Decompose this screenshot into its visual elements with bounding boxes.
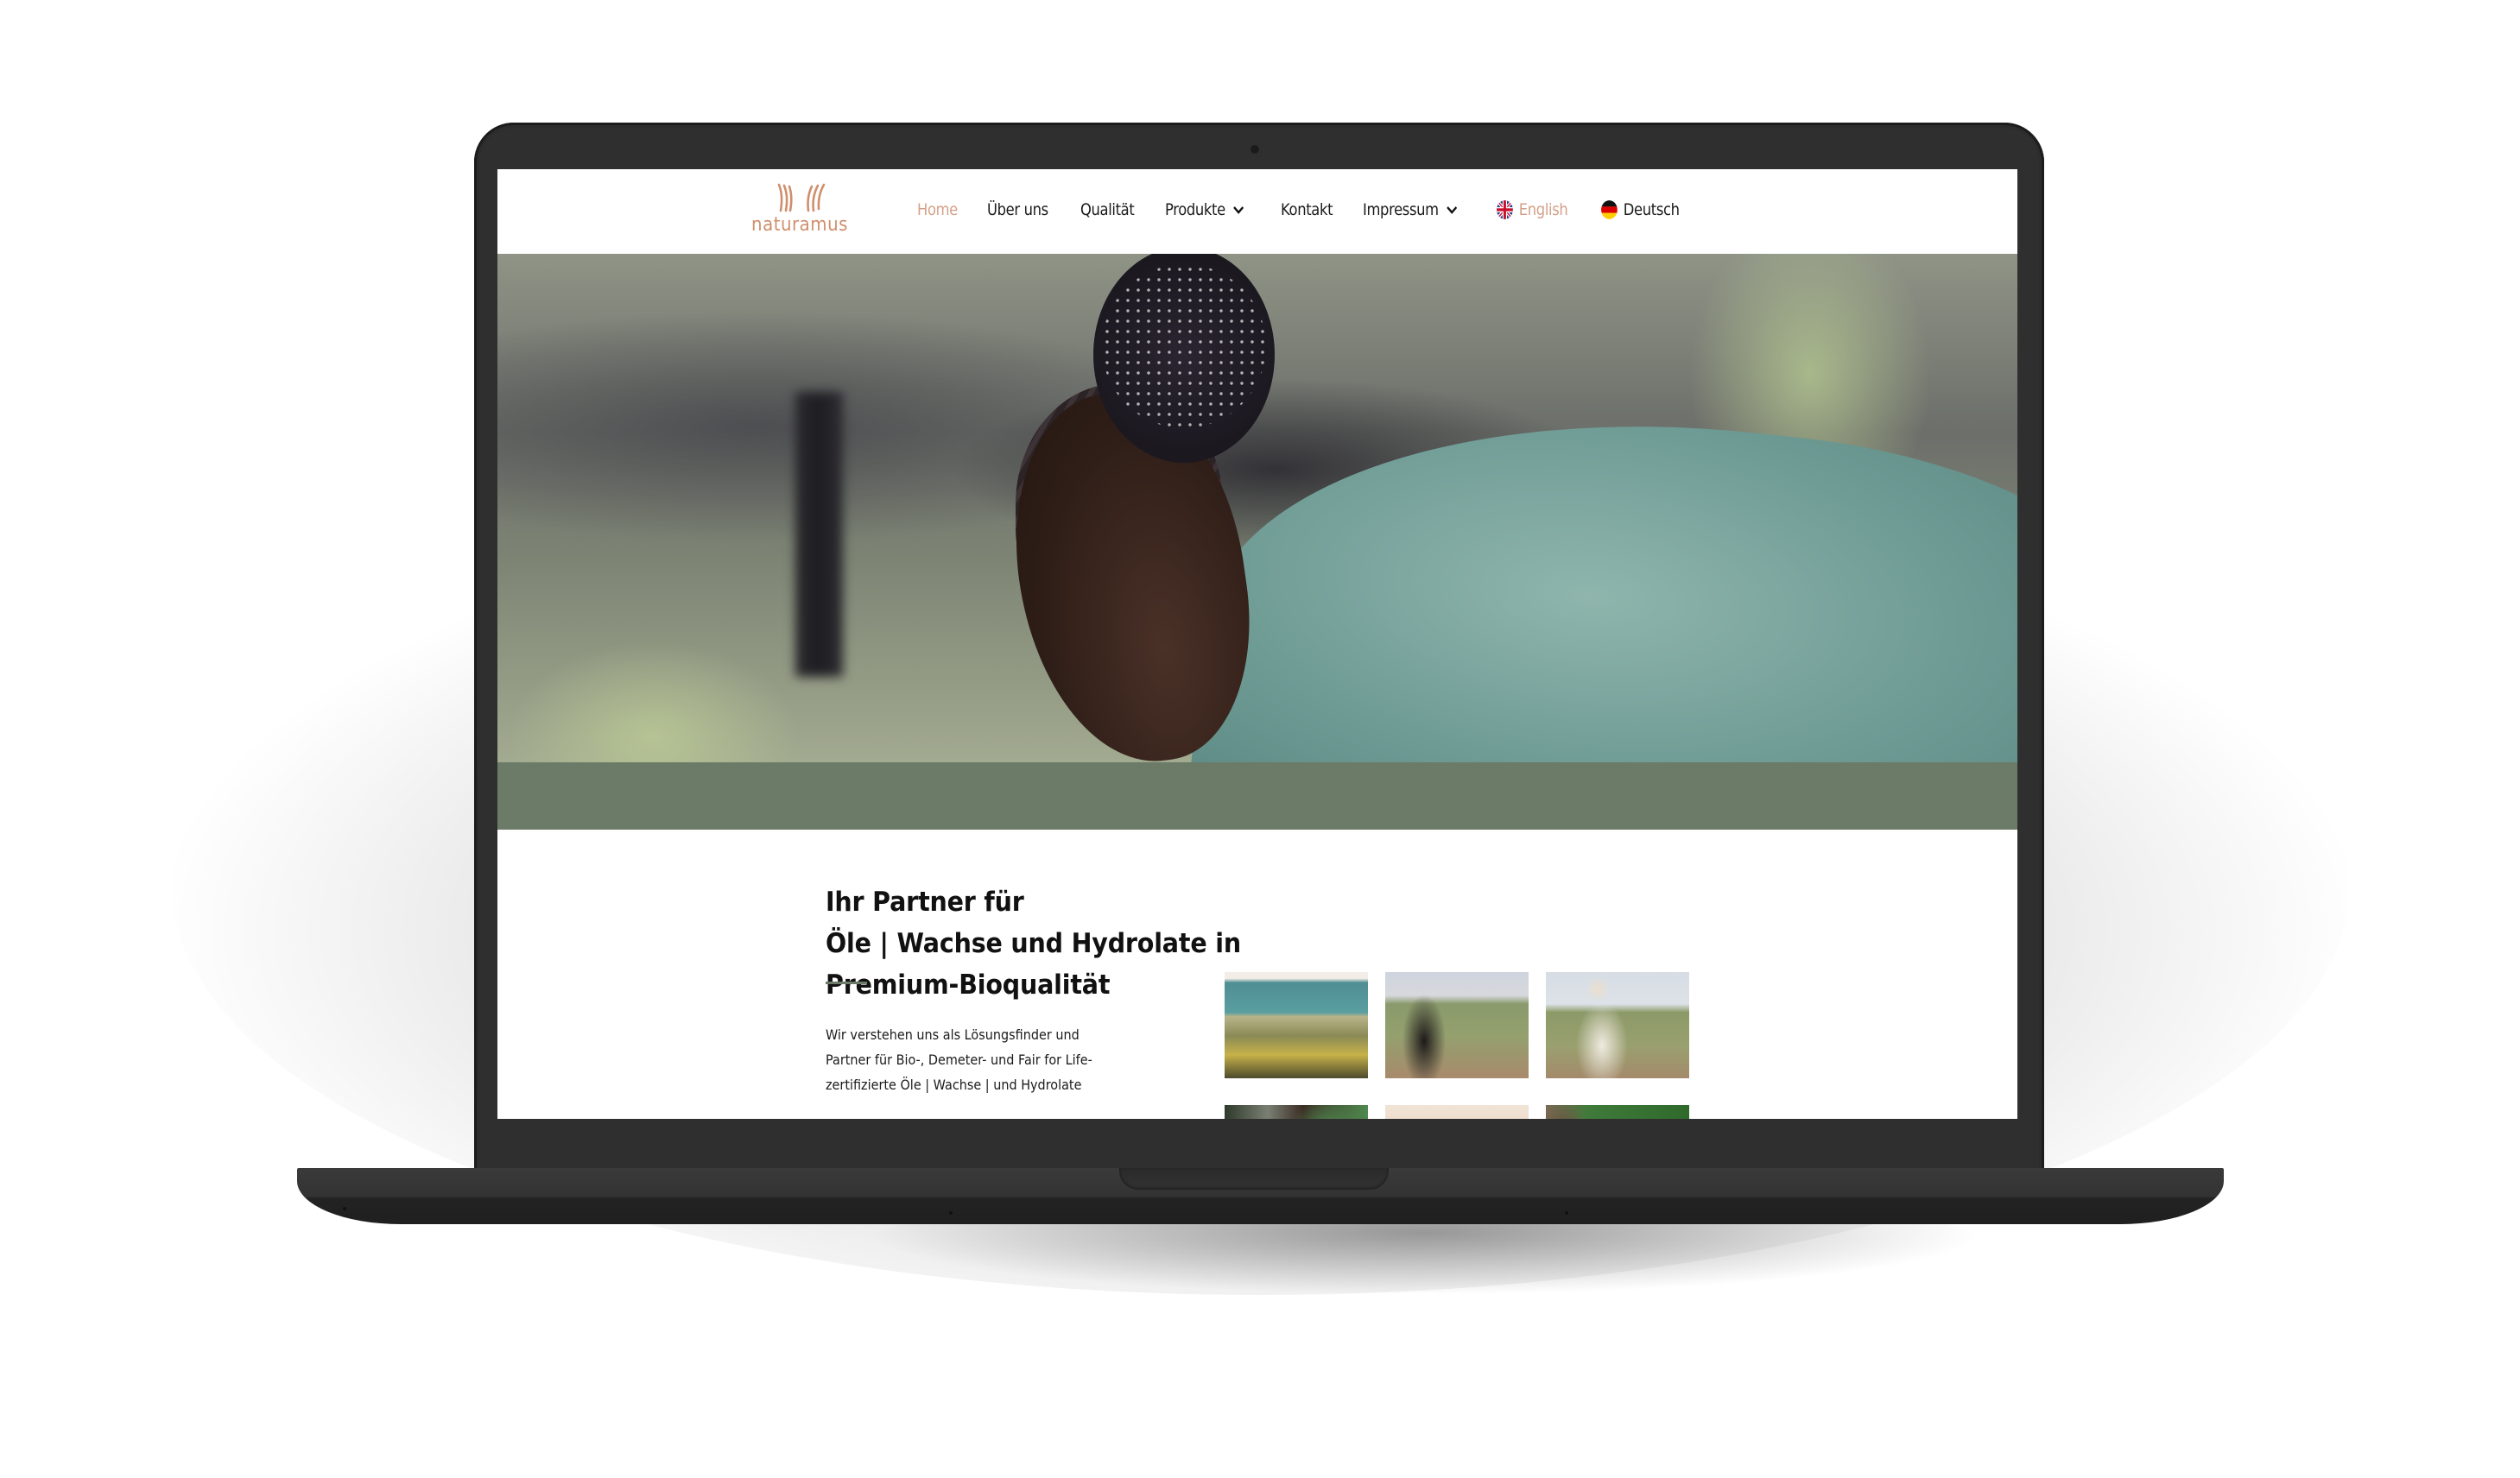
webcam-icon <box>1250 144 1260 155</box>
nav-label: Über uns <box>986 200 1048 219</box>
chevron-down-icon <box>1233 206 1244 214</box>
nav-label: Qualität <box>1080 200 1135 219</box>
nav-item-home[interactable]: Home <box>917 200 958 219</box>
language-deutsch[interactable]: Deutsch <box>1601 200 1680 219</box>
main-nav: Home Über uns Qualität Produkte Kontakt … <box>917 197 1715 223</box>
gallery-photo[interactable] <box>1225 1105 1368 1119</box>
laptop-screen: naturamus Home Über uns Qualität Produkt… <box>497 169 2017 1119</box>
laptop-hinge-notch <box>1119 1168 1389 1190</box>
intro-paragraph: Wir verstehen uns als Lösungsfinder und … <box>826 1022 1188 1097</box>
language-english[interactable]: English <box>1496 200 1567 219</box>
heading-line: Ihr Partner für <box>826 887 1024 918</box>
heading-line: Öle | Wachse und Hydrolate in <box>826 928 1241 959</box>
intro-heading: Ihr Partner für Öle | Wachse und Hydrola… <box>826 881 1241 1006</box>
nav-item-impressum[interactable]: Impressum <box>1363 200 1458 219</box>
gallery-photo[interactable] <box>1225 972 1368 1078</box>
base-port-dot <box>1565 1211 1568 1215</box>
paragraph-line: Wir verstehen uns als Lösungsfinder und <box>826 1026 1080 1043</box>
site-header: naturamus Home Über uns Qualität Produkt… <box>497 169 2017 254</box>
gallery-photo[interactable] <box>1385 972 1529 1078</box>
chevron-down-icon <box>1447 206 1458 214</box>
gallery-photo[interactable] <box>1546 972 1689 1078</box>
language-label: English <box>1518 200 1567 219</box>
nav-label: Impressum <box>1363 200 1440 219</box>
paragraph-line: zertifizierte Öle | Wachse | und Hydrola… <box>826 1077 1082 1093</box>
hero-image <box>497 254 2017 762</box>
hero-person-shirt <box>1184 377 2017 762</box>
nav-label: Home <box>917 200 958 219</box>
base-port-dot <box>949 1211 953 1215</box>
nav-label: Kontakt <box>1280 200 1333 219</box>
nav-item-qualitaet[interactable]: Qualität <box>1080 200 1135 219</box>
base-port-dot <box>343 1207 346 1210</box>
language-label: Deutsch <box>1624 200 1680 219</box>
gallery-photo[interactable] <box>1385 1105 1529 1119</box>
paragraph-line: Partner für Bio-, Demeter- und Fair for … <box>826 1052 1092 1068</box>
nav-label: Produkte <box>1165 200 1226 219</box>
hero-bg-post <box>795 392 843 677</box>
uk-flag-icon <box>1496 200 1513 219</box>
nav-item-ueber-uns[interactable]: Über uns <box>987 200 1048 219</box>
nav-item-kontakt[interactable]: Kontakt <box>1281 200 1333 219</box>
gallery-photo[interactable] <box>1546 1105 1689 1119</box>
heading-line: Premium-Bioqualität <box>826 970 1111 1001</box>
brand-name: naturamus <box>751 214 848 236</box>
german-flag-icon <box>1601 200 1618 219</box>
brand-logo[interactable]: naturamus <box>748 181 852 243</box>
hero-person-headscarf <box>1093 254 1275 463</box>
heading-divider <box>826 982 867 984</box>
wheat-stalks-logo-icon <box>777 183 826 212</box>
green-band <box>497 762 2017 830</box>
nav-item-produkte[interactable]: Produkte <box>1165 200 1244 219</box>
